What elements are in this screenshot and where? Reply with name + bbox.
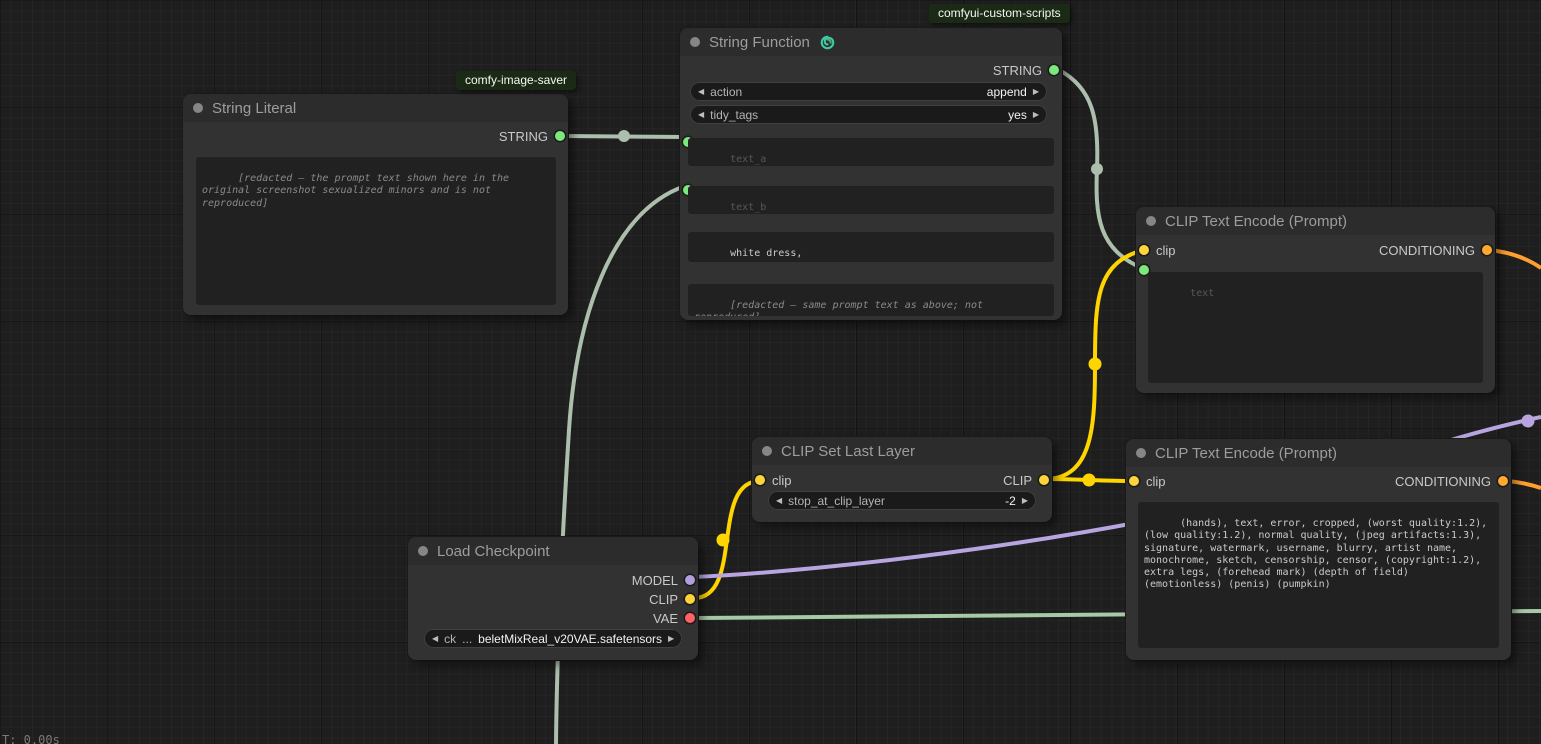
widget-label: stop_at_clip_layer <box>788 494 885 508</box>
execution-timer: T: 0.00s <box>2 733 60 744</box>
node-load-checkpoint[interactable]: Load Checkpoint MODEL CLIP VAE ◀ ck ... … <box>408 537 698 660</box>
node-title-bar[interactable]: String Function <box>680 28 1062 56</box>
placeholder-text: text <box>1190 288 1214 299</box>
placeholder-text: text_b <box>730 202 766 213</box>
slot-label: STRING <box>993 63 1042 78</box>
redacted-prompt-text: [redacted — the prompt text shown here i… <box>202 173 515 208</box>
output-slot-vae: VAE <box>408 610 698 626</box>
wire-midpoint-dot[interactable] <box>1091 163 1103 175</box>
node-title-bar[interactable]: CLIP Set Last Layer <box>752 437 1052 465</box>
string-output-dot[interactable] <box>1049 65 1059 75</box>
string-literal-textarea[interactable]: [redacted — the prompt text shown here i… <box>196 157 556 305</box>
badge-comfyui-custom-scripts: comfyui-custom-scripts <box>929 4 1070 23</box>
slot-label: VAE <box>653 611 678 626</box>
output-slot-clip: CLIP <box>752 472 1052 488</box>
increment-arrow-icon[interactable]: ▶ <box>1022 497 1028 505</box>
output-slot-clip: CLIP <box>408 591 698 607</box>
collapse-dot-icon[interactable] <box>1136 448 1146 458</box>
output-slot-model: MODEL <box>408 572 698 588</box>
widget-value: append <box>987 85 1027 99</box>
collapse-dot-icon[interactable] <box>690 37 700 47</box>
node-title-bar[interactable]: CLIP Text Encode (Prompt) <box>1126 439 1511 467</box>
slot-label: CLIP <box>649 592 678 607</box>
node-clip-text-encode-top[interactable]: CLIP Text Encode (Prompt) clip CONDITION… <box>1136 207 1495 393</box>
collapse-dot-icon[interactable] <box>418 546 428 556</box>
output-slot-string: STRING <box>680 62 1062 78</box>
node-title: String Function <box>709 34 810 51</box>
widget-label: tidy_tags <box>710 108 758 122</box>
decrement-arrow-icon[interactable]: ◀ <box>698 111 704 119</box>
wire-midpoint-dot[interactable] <box>618 130 630 142</box>
node-title-bar[interactable]: String Literal <box>183 94 568 122</box>
wire-offscreen-to-text-b <box>556 186 685 744</box>
wire-midpoint-dot[interactable] <box>1089 358 1102 371</box>
node-title-bar[interactable]: CLIP Text Encode (Prompt) <box>1136 207 1495 235</box>
node-clip-text-encode-bottom[interactable]: CLIP Text Encode (Prompt) clip CONDITION… <box>1126 439 1511 660</box>
decrement-arrow-icon[interactable]: ◀ <box>776 497 782 505</box>
widget-action[interactable]: ◀ action append ▶ <box>690 82 1047 101</box>
wire-conditioning-bottom-offscreen <box>1507 481 1541 488</box>
decrement-arrow-icon[interactable]: ◀ <box>698 88 704 96</box>
wire-midpoint-dot[interactable] <box>1522 415 1535 428</box>
widget-tidy-tags[interactable]: ◀ tidy_tags yes ▶ <box>690 105 1047 124</box>
text-c-textarea[interactable]: white dress, <box>688 232 1054 262</box>
wire-midpoint-dot[interactable] <box>1083 474 1096 487</box>
text-a-textarea[interactable]: text_a <box>688 138 1054 166</box>
widget-label: ck <box>444 632 456 646</box>
slot-label: MODEL <box>632 573 678 588</box>
decrement-arrow-icon[interactable]: ◀ <box>432 635 438 643</box>
increment-arrow-icon[interactable]: ▶ <box>668 635 674 643</box>
increment-arrow-icon[interactable]: ▶ <box>1033 88 1039 96</box>
node-title: Load Checkpoint <box>437 543 550 560</box>
slot-label: CLIP <box>1003 473 1032 488</box>
widget-stop-at-clip-layer[interactable]: ◀ stop_at_clip_layer -2 ▶ <box>768 491 1036 510</box>
negative-prompt-text: (hands), text, error, cropped, (worst qu… <box>1144 518 1493 590</box>
output-slot-conditioning: CONDITIONING <box>1126 473 1511 489</box>
conditioning-output-dot[interactable] <box>1498 476 1508 486</box>
widget-value: beletMixReal_v20VAE.safetensors <box>478 632 662 646</box>
widget-value: yes <box>1008 108 1027 122</box>
slot-label: CONDITIONING <box>1379 243 1475 258</box>
node-string-function[interactable]: String Function STRING ◀ action append ▶… <box>680 28 1062 320</box>
widget-value: -2 <box>1005 494 1016 508</box>
label-ellipsis: ... <box>462 632 472 646</box>
node-title: CLIP Text Encode (Prompt) <box>1165 213 1347 230</box>
node-clip-set-last-layer[interactable]: CLIP Set Last Layer clip CLIP ◀ stop_at_… <box>752 437 1052 522</box>
wire-midpoint-dot[interactable] <box>717 534 730 547</box>
slot-label: STRING <box>499 129 548 144</box>
string-output-dot[interactable] <box>555 131 565 141</box>
increment-arrow-icon[interactable]: ▶ <box>1033 111 1039 119</box>
node-title: String Literal <box>212 100 296 117</box>
collapse-dot-icon[interactable] <box>762 446 772 456</box>
vae-output-dot[interactable] <box>685 613 695 623</box>
negative-prompt-textarea[interactable]: (hands), text, error, cropped, (worst qu… <box>1138 502 1499 648</box>
slot-label: CONDITIONING <box>1395 474 1491 489</box>
output-slot-string: STRING <box>183 128 568 144</box>
node-title-bar[interactable]: Load Checkpoint <box>408 537 698 565</box>
text-textarea[interactable]: text <box>1148 272 1483 383</box>
widget-label: action <box>710 85 742 99</box>
node-string-literal[interactable]: String Literal STRING [redacted — the pr… <box>183 94 568 315</box>
output-slot-conditioning: CONDITIONING <box>1136 242 1495 258</box>
node-title: CLIP Text Encode (Prompt) <box>1155 445 1337 462</box>
text-c-value: white dress, <box>730 248 802 259</box>
redacted-prompt-text: [redacted — same prompt text as above; n… <box>694 300 989 316</box>
text-b-textarea[interactable]: text_b <box>688 186 1054 214</box>
conditioning-output-dot[interactable] <box>1482 245 1492 255</box>
badge-comfy-image-saver: comfy-image-saver <box>456 71 576 90</box>
widget-ckpt-name[interactable]: ◀ ck ... beletMixReal_v20VAE.safetensors… <box>424 629 682 648</box>
placeholder-text: text_a <box>730 154 766 165</box>
collapse-dot-icon[interactable] <box>1146 216 1156 226</box>
text-d-textarea[interactable]: [redacted — same prompt text as above; n… <box>688 284 1054 316</box>
collapse-dot-icon[interactable] <box>193 103 203 113</box>
model-output-dot[interactable] <box>685 575 695 585</box>
node-title: CLIP Set Last Layer <box>781 443 915 460</box>
clip-output-dot[interactable] <box>1039 475 1049 485</box>
node-graph-canvas[interactable]: comfy-image-saver comfyui-custom-scripts… <box>0 0 1541 744</box>
clip-output-dot[interactable] <box>685 594 695 604</box>
wire-conditioning-top-offscreen <box>1489 250 1541 268</box>
pysssss-swirl-icon <box>819 34 836 51</box>
